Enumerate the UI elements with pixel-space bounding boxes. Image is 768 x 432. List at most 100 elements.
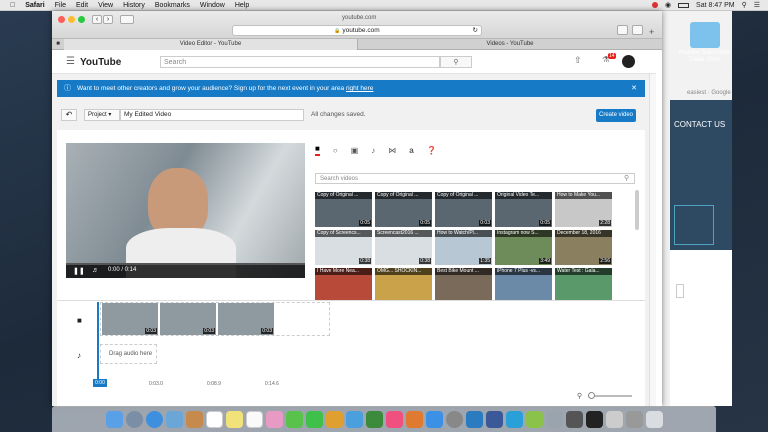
back-button[interactable]: ‹ — [92, 15, 102, 24]
audio-tab-icon[interactable]: ♪ — [371, 146, 375, 155]
menu-history[interactable]: History — [123, 2, 145, 9]
youtube-logo[interactable]: YouTube — [80, 55, 121, 69]
project-dropdown[interactable]: Project ▾ — [84, 109, 120, 121]
sidebar-toggle-icon[interactable] — [120, 15, 134, 24]
project-name-input[interactable]: My Edited Video — [120, 109, 304, 121]
dock-window-icon[interactable] — [565, 411, 583, 428]
pages-icon[interactable] — [325, 411, 343, 428]
launchpad-icon[interactable] — [125, 411, 143, 428]
battery-icon[interactable] — [678, 2, 690, 8]
menu-bookmarks[interactable]: Bookmarks — [155, 2, 190, 9]
tab-videos[interactable]: Videos - YouTube — [358, 39, 662, 50]
video-thumb[interactable]: I Have More Nea... — [315, 268, 372, 300]
notification-center-icon[interactable]: ☰ — [754, 1, 760, 9]
close-window-button[interactable] — [58, 16, 65, 23]
menu-icon[interactable]: ☰ — [66, 56, 75, 67]
app-f-icon[interactable] — [505, 411, 523, 428]
video-thumb[interactable]: Water Test : Gala... — [555, 268, 612, 300]
spotlight-icon[interactable]: ⚲ — [742, 1, 747, 9]
video-thumb[interactable]: Instagram now S... 3:49 — [495, 230, 552, 265]
video-thumb[interactable]: December 18, 2016 2:56 — [555, 230, 612, 265]
avatar[interactable] — [622, 55, 635, 68]
apple-icon[interactable]:  — [10, 2, 15, 9]
pinned-tab-icon[interactable]: ■ — [52, 39, 64, 50]
facebook-icon[interactable] — [485, 411, 503, 428]
photos-icon[interactable] — [265, 411, 283, 428]
system-preferences-icon[interactable] — [445, 411, 463, 428]
cc-music-tab-icon[interactable]: ○ — [333, 146, 338, 155]
timeline-clip[interactable]: 0:03 — [160, 303, 216, 335]
progress-bar[interactable] — [66, 263, 305, 265]
zoom-window-button[interactable] — [78, 16, 85, 23]
numbers-icon[interactable] — [365, 411, 383, 428]
messages-icon[interactable] — [285, 411, 303, 428]
menu-view[interactable]: View — [98, 2, 113, 9]
mail-icon[interactable] — [165, 411, 183, 428]
menu-file[interactable]: File — [55, 2, 66, 9]
play-pause-icon[interactable]: ❚❚ — [73, 267, 85, 275]
video-thumb[interactable]: OMG... SHOCKIN... — [375, 268, 432, 300]
library-scrollbar[interactable] — [635, 190, 639, 230]
contacts-icon[interactable] — [185, 411, 203, 428]
folder-icon[interactable] — [545, 411, 563, 428]
forward-button[interactable]: › — [103, 15, 113, 24]
menu-clock[interactable]: Sat 8:47 PM — [696, 2, 735, 9]
help-tab-icon[interactable]: ❓ — [427, 146, 437, 155]
wifi-icon[interactable]: ◉ — [665, 1, 671, 9]
video-thumb[interactable]: Screencast2016 ... 0:38 — [375, 230, 432, 265]
create-video-button[interactable]: Create video — [596, 109, 636, 122]
undo-button[interactable]: ↶ — [61, 109, 77, 121]
dock-window-icon[interactable] — [625, 411, 643, 428]
camera-tab-icon[interactable]: ■ — [315, 144, 320, 156]
video-preview[interactable]: ❚❚ ♬ 0:00 / 0:14 — [66, 143, 305, 278]
safari-icon[interactable] — [145, 411, 163, 428]
ibooks-icon[interactable] — [405, 411, 423, 428]
timeline-clip[interactable]: 0:03 — [102, 303, 158, 335]
menu-help[interactable]: Help — [235, 2, 249, 9]
text-tab-icon[interactable]: a — [409, 146, 413, 155]
zoom-slider-handle[interactable] — [588, 392, 595, 399]
itunes-icon[interactable] — [385, 411, 403, 428]
menu-edit[interactable]: Edit — [76, 2, 88, 9]
video-thumb[interactable]: Copy of Original ... 0:05 — [315, 192, 372, 227]
video-thumb[interactable]: iPhone 7 Plus -vs... — [495, 268, 552, 300]
video-thumb[interactable]: Best Bike Mount ... — [435, 268, 492, 300]
banner-close-icon[interactable]: ✕ — [631, 80, 637, 97]
notes-icon[interactable] — [225, 411, 243, 428]
address-bar[interactable]: 🔒 youtube.com ↻ — [232, 25, 482, 36]
video-thumb[interactable]: Copy of Screencs... 0:38 — [315, 230, 372, 265]
search-videos-input[interactable]: Search videos — [315, 173, 635, 184]
page-scrollbar[interactable] — [649, 74, 656, 406]
audio-drop-zone[interactable]: Drag audio here — [100, 344, 157, 364]
transitions-tab-icon[interactable]: ⋈ — [388, 146, 396, 155]
record-icon[interactable] — [651, 2, 658, 8]
app-store-icon[interactable] — [425, 411, 443, 428]
desktop-folder-label[interactable]: Youtube Subscriber Trailer 2016 — [670, 50, 738, 64]
photo-tab-icon[interactable]: ▣ — [351, 146, 359, 155]
timeline-clip[interactable]: 0:03 — [218, 303, 274, 335]
keynote-icon[interactable] — [345, 411, 363, 428]
tab-video-editor[interactable]: Video Editor - YouTube — [64, 39, 358, 50]
calendar-icon[interactable] — [205, 411, 223, 428]
reminders-icon[interactable] — [245, 411, 263, 428]
upload-icon[interactable]: ⇧ — [574, 55, 582, 66]
menu-window[interactable]: Window — [200, 2, 225, 9]
finder-icon[interactable] — [105, 411, 123, 428]
reload-icon[interactable]: ↻ — [473, 26, 478, 36]
dock-window-icon[interactable] — [585, 411, 603, 428]
new-tab-icon[interactable]: + — [649, 27, 654, 37]
quicktime-icon[interactable] — [465, 411, 483, 428]
zoom-slider[interactable] — [588, 392, 632, 399]
playhead[interactable] — [97, 302, 99, 386]
video-thumb[interactable]: Copy of Original ... 0:03 — [435, 192, 492, 227]
video-thumb[interactable]: Copy of Original ... 0:05 — [375, 192, 432, 227]
banner-link[interactable]: right here — [346, 85, 373, 92]
menu-app-name[interactable]: Safari — [25, 2, 44, 9]
video-thumb[interactable]: Original Video Te... 0:05 — [495, 192, 552, 227]
android-icon[interactable] — [525, 411, 543, 428]
share-icon[interactable] — [617, 25, 628, 35]
search-button[interactable]: ⚲ — [440, 56, 472, 68]
trash-icon[interactable] — [645, 411, 663, 428]
video-thumb[interactable]: How to Watch/Pl... 1:35 — [435, 230, 492, 265]
video-thumb[interactable]: How to Make You... 2:28 — [555, 192, 612, 227]
